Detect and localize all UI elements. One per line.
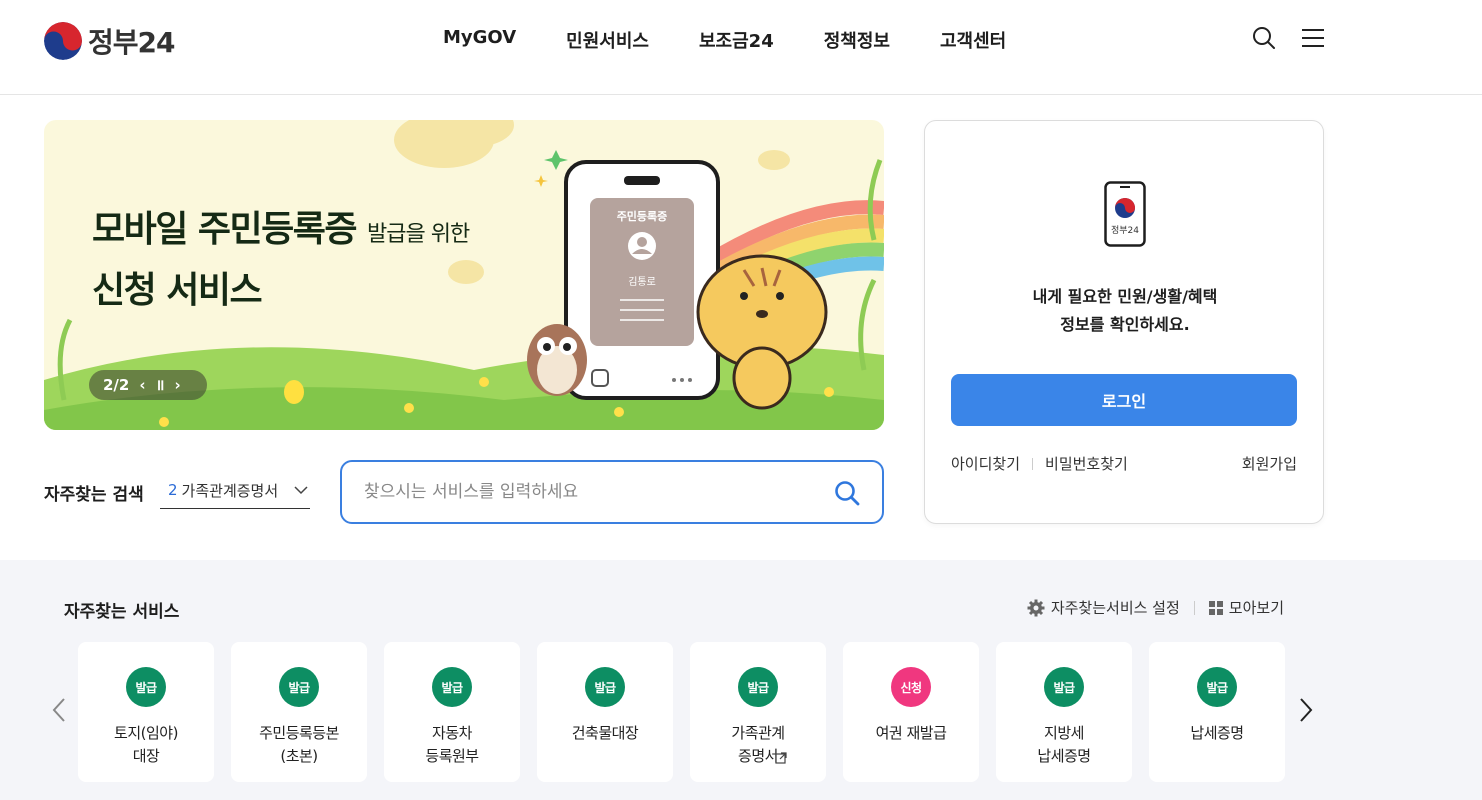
taegeuk-logo-icon	[44, 22, 82, 60]
nav-customer-center[interactable]: 고객센터	[940, 27, 1006, 53]
frequent-search-label: 자주찾는 검색	[44, 485, 144, 505]
service-card-local-tax-certificate[interactable]: 발급 지방세 납세증명	[996, 642, 1132, 782]
find-password-link[interactable]: 비밀번호찾기	[1045, 453, 1128, 474]
mobile-phone-icon	[1104, 181, 1146, 251]
service-card-building-register[interactable]: 발급 건축물대장	[537, 642, 673, 782]
banner-page-indicator: 2/2	[103, 376, 130, 394]
external-link-icon	[775, 749, 787, 768]
service-card-label: 지방세 납세증명	[1037, 724, 1091, 765]
nav-policy[interactable]: 정책정보	[824, 27, 890, 53]
service-badge: 발급	[126, 667, 166, 707]
service-badge: 발급	[1197, 667, 1237, 707]
banner-pagination: 2/2 ‹ ॥ ›	[89, 370, 207, 400]
nav-subsidy[interactable]: 보조금24	[699, 27, 774, 53]
search-icon[interactable]	[1252, 26, 1276, 54]
service-cards: 발급 토지(임야) 대장 발급 주민등록등본 (초본) 발급 자동차 등록원부 …	[78, 642, 1285, 782]
search-input[interactable]	[364, 482, 824, 502]
login-message: 내게 필요한 민원/생활/혜택 정보를 확인하세요.	[925, 283, 1325, 339]
chevron-left-icon[interactable]: ‹	[139, 376, 145, 394]
phone-card-name: 김통로	[628, 277, 656, 288]
search-submit-icon[interactable]	[834, 480, 860, 510]
service-card-resident-registration[interactable]: 발급 주민등록등본 (초본)	[231, 642, 367, 782]
header-actions	[1252, 26, 1324, 54]
login-links: 아이디찾기 비밀번호찾기 회원가입	[951, 453, 1297, 474]
service-card-family-relation[interactable]: 발급 가족관계 증명서	[690, 642, 826, 782]
service-card-land-register[interactable]: 발급 토지(임야) 대장	[78, 642, 214, 782]
main-nav: MyGOV 민원서비스 보조금24 정책정보 고객센터	[443, 27, 1056, 53]
service-badge: 신청	[891, 667, 931, 707]
service-card-label: 자동차 등록원부	[425, 724, 479, 765]
nav-civil-service[interactable]: 민원서비스	[566, 27, 649, 53]
service-badge: 발급	[585, 667, 625, 707]
grid-icon[interactable]	[1208, 600, 1223, 615]
pause-icon[interactable]: ॥	[156, 375, 165, 395]
site-header: 정부24 MyGOV 민원서비스 보조금24 정책정보 고객센터	[0, 0, 1482, 95]
service-card-label: 토지(임야) 대장	[114, 724, 178, 765]
banner-title-line2: 신청 서비스	[92, 270, 263, 311]
banner-title: 모바일 주민등록증 발급을 위한 신청 서비스	[92, 202, 470, 319]
find-id-link[interactable]: 아이디찾기	[951, 453, 1020, 474]
frequent-services-tools: 자주찾는서비스 설정 모아보기	[1027, 597, 1284, 618]
gear-icon[interactable]	[1027, 599, 1045, 617]
service-card-label: 주민등록등본 (초본)	[259, 724, 339, 765]
search-box	[340, 460, 884, 524]
banner-title-line1-small: 발급을 위한	[367, 222, 470, 247]
phone-card-title: 주민등록증	[616, 210, 668, 223]
service-card-passport-reissue[interactable]: 신청 여권 재발급	[843, 642, 979, 782]
service-badge: 발급	[738, 667, 778, 707]
login-message-line2: 정보를 확인하세요.	[1060, 315, 1190, 334]
service-card-label: 건축물대장	[571, 724, 639, 742]
search-select-value: 가족관계증명서	[181, 481, 279, 500]
hero-banner[interactable]: 모바일 주민등록증 발급을 위한 신청 서비스 주민등록증 김통로 2/2 ‹ …	[44, 120, 884, 430]
search-select-number: 2	[168, 481, 178, 499]
service-badge: 발급	[1044, 667, 1084, 707]
carousel-next-icon[interactable]	[1297, 697, 1315, 727]
frequent-search-select[interactable]: 2 가족관계증명서	[160, 472, 310, 509]
signup-link[interactable]: 회원가입	[1242, 453, 1297, 474]
frequent-services-title: 자주찾는 서비스	[64, 602, 180, 622]
service-card-label: 여권 재발급	[875, 724, 947, 742]
divider	[1032, 457, 1034, 470]
frequent-services-section: 자주찾는 서비스 자주찾는서비스 설정 모아보기 발급 토지(임야) 대장 발급…	[0, 560, 1482, 800]
service-badge: 발급	[432, 667, 472, 707]
service-badge: 발급	[279, 667, 319, 707]
logo-text: 정부24	[88, 26, 175, 59]
nav-mygov[interactable]: MyGOV	[443, 27, 516, 53]
phone-logo-text: 정부24	[1110, 226, 1139, 236]
service-card-label: 가족관계 증명서	[731, 724, 785, 765]
chevron-down-icon	[294, 481, 308, 499]
view-all-link[interactable]: 모아보기	[1229, 597, 1284, 618]
login-card: 정부24 내게 필요한 민원/생활/혜택 정보를 확인하세요. 로그인 아이디찾…	[924, 120, 1324, 524]
login-button[interactable]: 로그인	[951, 374, 1297, 426]
site-logo[interactable]: 정부24	[44, 21, 175, 61]
service-card-label: 납세증명	[1190, 724, 1244, 742]
carousel-prev-icon[interactable]	[50, 697, 68, 727]
service-card-tax-certificate[interactable]: 발급 납세증명	[1149, 642, 1285, 782]
service-card-vehicle-register[interactable]: 발급 자동차 등록원부	[384, 642, 520, 782]
login-message-line1: 내게 필요한 민원/생활/혜택	[1032, 287, 1218, 306]
frequent-services-settings-link[interactable]: 자주찾는서비스 설정	[1051, 597, 1180, 618]
hamburger-menu-icon[interactable]	[1302, 28, 1324, 52]
banner-title-line1: 모바일 주민등록증	[92, 209, 358, 250]
chevron-right-icon[interactable]: ›	[175, 376, 181, 394]
divider	[1193, 600, 1195, 615]
